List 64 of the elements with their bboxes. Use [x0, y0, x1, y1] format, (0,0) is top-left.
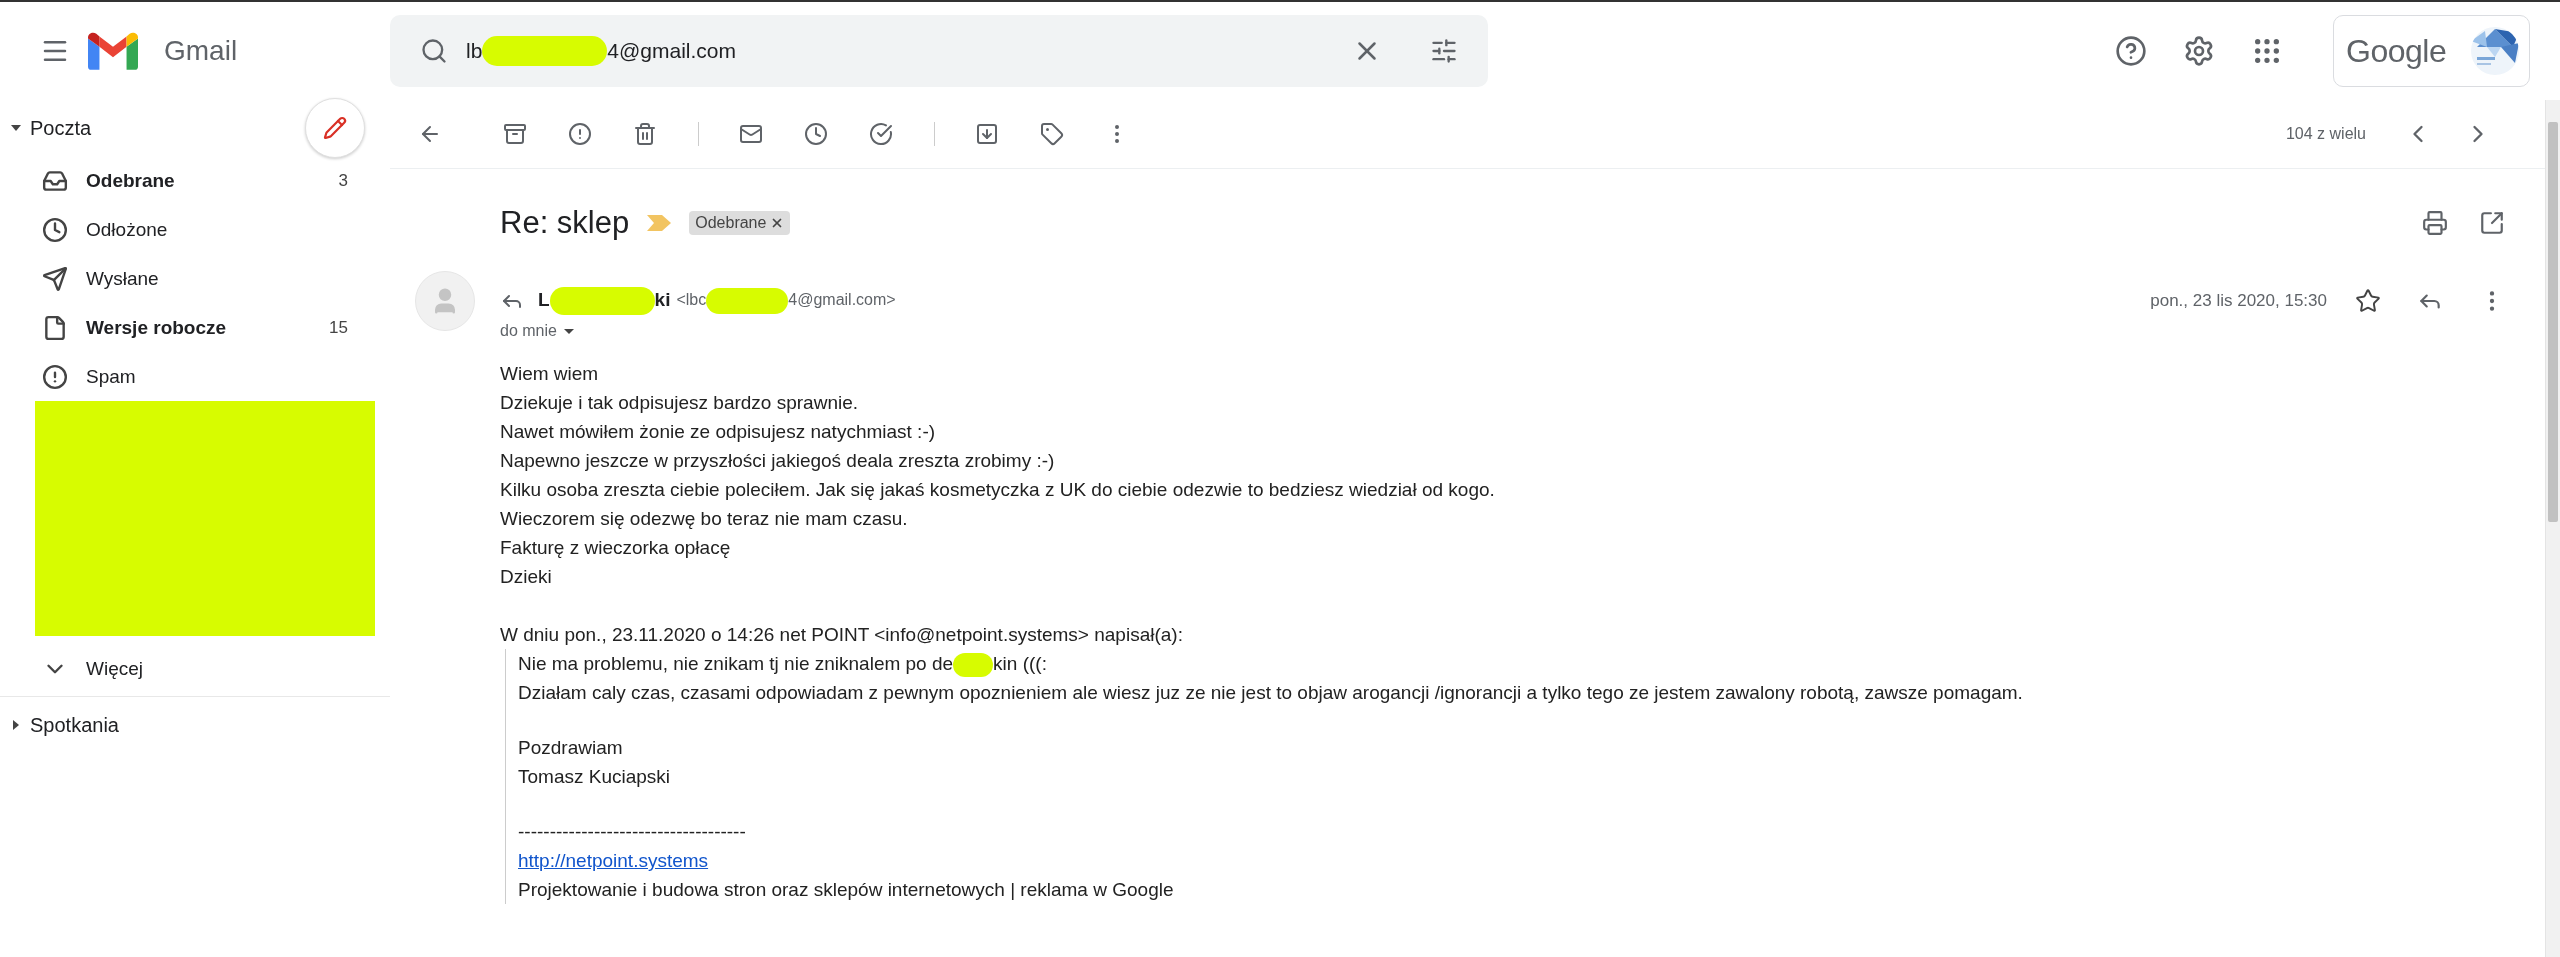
move-icon[interactable] — [975, 122, 999, 146]
section-title[interactable]: Spotkania — [30, 713, 119, 737]
quote-line: ------------------------------------ — [518, 821, 746, 842]
search-bar[interactable]: lb 4@gmail.com — [390, 15, 1488, 87]
app-name: Gmail — [164, 35, 238, 67]
more-item[interactable]: Więcej — [0, 644, 390, 693]
importance-marker-icon[interactable] — [647, 215, 672, 231]
clock-icon — [42, 216, 68, 243]
recipient-text: do mnie — [500, 322, 557, 340]
external-link-icon[interactable] — [2479, 210, 2505, 236]
report-icon[interactable] — [568, 122, 592, 146]
help-icon[interactable] — [2115, 35, 2147, 67]
label-text: Odebrane — [695, 214, 767, 232]
body-line: Fakturę z wieczorka opłacę — [500, 536, 731, 560]
quote-header: W dniu pon., 23.11.2020 o 14:26 net POINT <info@netpoint.systems> napisał(a): — [500, 623, 1183, 647]
message-date: pon., 23 lis 2020, 15:30 — [2150, 291, 2327, 311]
quote-line: Nie ma problemu, nie znikam tj nie zniknalem po de — [518, 653, 954, 674]
quote-line: Tomasz Kuciapski — [518, 766, 671, 787]
task-icon[interactable] — [869, 122, 893, 146]
document-icon — [42, 314, 68, 341]
pencil-icon — [323, 116, 347, 140]
body-line: Wiem wiem — [500, 362, 599, 386]
account-button[interactable]: Google — [2333, 15, 2530, 87]
clock-icon[interactable] — [804, 122, 828, 146]
settings-icon[interactable] — [2183, 35, 2215, 67]
body-line: Kilku osoba zreszta ciebie poleciłem. Jak się jakaś kosmetyczka z UK do ciebie odezwie to bedziesz wiedział od kogo. — [500, 478, 1495, 502]
body-line: Dzieki — [500, 565, 552, 589]
folder-item[interactable]: Wysłane — [0, 254, 390, 303]
folder-item[interactable]: Odłożone — [0, 205, 390, 254]
trash-icon[interactable] — [633, 122, 657, 146]
star-icon[interactable] — [2355, 288, 2381, 314]
pagination-text: 104 z wielu — [2285, 125, 2366, 143]
subject: Re: sklep — [500, 205, 630, 241]
sender-name: L — [538, 289, 550, 310]
sender-email: 4@gmail.com> — [788, 291, 896, 309]
section-title[interactable]: Poczta — [30, 116, 92, 140]
body-line: Nawet mówiłem żonie ze odpisujesz natychmiast :-) — [500, 420, 936, 444]
folder-item[interactable]: Odebrane 3 — [0, 156, 390, 205]
scrollbar[interactable] — [2545, 100, 2560, 957]
label-icon[interactable] — [1040, 122, 1064, 146]
search-icon[interactable] — [420, 37, 448, 65]
filter-icon[interactable] — [1430, 37, 1458, 65]
archive-icon[interactable] — [503, 122, 527, 146]
body-line: Wieczorem się odezwę bo teraz nie mam czasu. — [500, 507, 908, 531]
sender-email: <lbc — [676, 291, 707, 309]
mail-icon[interactable] — [739, 122, 763, 146]
send-icon — [42, 265, 68, 292]
compose-button[interactable] — [305, 98, 365, 158]
folder-item[interactable]: Wersje robocze 15 — [0, 303, 390, 352]
body-line: Dziekuje i tak odpisujesz bardzo sprawnie. — [500, 391, 858, 415]
quote-line: Pozdrawiam — [518, 737, 623, 758]
body-line: Napewno jeszcze w przyszłości jakiegoś deala zreszta zrobimy :-) — [500, 449, 1055, 473]
link[interactable]: http://netpoint.systems — [518, 850, 709, 871]
folder-item[interactable]: Spam — [0, 352, 390, 401]
search-text: 4@gmail.com — [607, 39, 737, 63]
quote-line: kin (((: — [993, 653, 1047, 674]
quote-line: Projektowanie i budowa stron oraz sklepów internetowych | reklama w Google — [518, 879, 1174, 900]
alert-icon — [42, 363, 68, 390]
search-text: lb — [466, 39, 483, 63]
sender-name: ki — [654, 289, 671, 310]
redaction-mark — [953, 653, 994, 677]
print-icon[interactable] — [2422, 210, 2448, 236]
gmail-logo — [88, 32, 138, 70]
quote-line: Działam caly czas, czasami odpowiadam z pewnym opoznieniem ale wiesz juz ze nie jest to objaw arogancji /ignorancji a tylko tego ze jestem zawalony robotą, zawsze pomagam. — [518, 682, 2023, 703]
